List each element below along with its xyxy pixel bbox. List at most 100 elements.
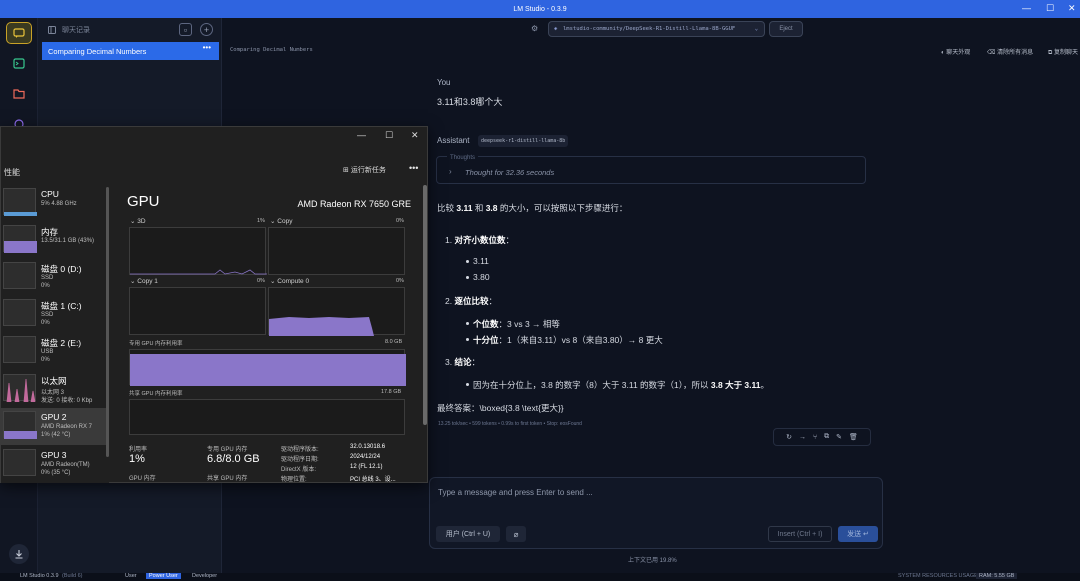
context-usage: 上下文已用 19.8% (628, 558, 677, 564)
gpu-mem-label: GPU 内存 (129, 476, 156, 482)
device-list-scrollbar[interactable] (106, 187, 109, 457)
device-sub: 发送: 0 接收: 0 Kbp (41, 398, 93, 404)
regenerate-icon[interactable]: ↻ (786, 433, 792, 441)
model-bar: ⚙ ◈ lmstudio-community/DeepSeek-R1-Disti… (222, 18, 1080, 42)
attach-button[interactable]: ⌀ (506, 526, 526, 542)
tm-close-icon[interactable]: ✕ (411, 130, 419, 141)
chevron-down-icon: ⌄ (754, 26, 758, 32)
gpu-details: GPU AMD Radeon RX 7650 GRE ⌄ 3D 1% ⌄ Cop… (127, 185, 411, 483)
shared-mem-max: 17.8 GB (381, 389, 402, 395)
directx-version: 12 (FL 12.1) (350, 464, 383, 470)
user-role-button[interactable]: 用户 (Ctrl + U) (436, 526, 500, 542)
device-item-gpu2[interactable]: GPU 2 AMD Radeon RX 7 1% (42 °C) (1, 408, 106, 445)
chat-item-active[interactable]: Comparing Decimal Numbers ••• (42, 42, 219, 60)
device-sub: SSD (41, 312, 54, 318)
dedicated-mem-stat-value: 6.8/8.0 GB (207, 453, 260, 465)
performance-heading: 性能 (4, 168, 20, 177)
user-role-label: You (437, 78, 451, 87)
minimize-icon[interactable]: — (1022, 3, 1031, 13)
run-task-icon: ⊞ (343, 167, 349, 174)
plus-icon: + (203, 24, 210, 35)
step-3-item: 因为在十分位上，3.8 的数字（8）大于 3.11 的数字（1），所以 3.8 … (473, 380, 770, 390)
model-icon: ◈ (554, 26, 558, 32)
status-bar: LM Studio 0.3.9 (Build 6) User Power Use… (0, 573, 1080, 581)
settings-gear-icon[interactable]: ⚙ (531, 24, 538, 33)
bullet-icon (466, 338, 469, 341)
step-1-item: 3.80 (473, 272, 490, 282)
close-icon[interactable]: ✕ (1068, 3, 1076, 14)
copy-chat-button[interactable]: ⧉ 复制聊天 (1048, 47, 1078, 57)
chat-item-title: Comparing Decimal Numbers (48, 46, 147, 56)
message-composer: Type a message and press Enter to send .… (429, 477, 883, 549)
copy-icon[interactable]: ⧉ (824, 433, 829, 441)
mode-developer[interactable]: Developer (192, 573, 217, 579)
gpu-details-scrollbar[interactable] (423, 185, 427, 425)
folder-nav-button[interactable] (6, 82, 32, 104)
clear-messages-button[interactable]: ⌫ 清除所有消息 (987, 47, 1033, 56)
tm-maximize-icon[interactable]: ☐ (385, 130, 393, 141)
device-sub: USB (41, 349, 54, 355)
device-item-gpu3[interactable]: GPU 3 AMD Radeon(TM) 0% (35 °C) (1, 446, 106, 483)
graph-pct: 1% (257, 218, 265, 224)
new-folder-button[interactable]: ▫ (179, 23, 192, 36)
copy-chat-label: 复制聊天 (1053, 50, 1078, 56)
tm-minimize-icon[interactable]: — (357, 130, 366, 140)
delete-icon[interactable]: 🗑 (849, 433, 858, 441)
sidebar-toggle-icon[interactable] (48, 26, 56, 34)
mode-user[interactable]: User (125, 573, 137, 579)
device-sub: AMD Radeon(TM) (41, 462, 90, 468)
answer-intro: 比较 3.11 和 3.8 的大小，可以按照以下步骤进行： (437, 203, 628, 213)
ethernet-thumbnail (3, 374, 36, 403)
device-sub: 13.5/31.1 GB (43%) (41, 238, 95, 244)
device-name: 磁盘 1 (C:) (41, 301, 82, 311)
device-name: GPU 2 (41, 412, 67, 422)
shared-mem-stat-label: 共享 GPU 内存 (207, 476, 248, 482)
chat-nav-button[interactable] (6, 22, 32, 44)
driver-version-label: 驱动程序版本: (281, 447, 319, 453)
graph-pct: 0% (257, 278, 265, 284)
device-item-disk0[interactable]: 磁盘 0 (D:) SSD 0% (1, 259, 106, 296)
model-selector[interactable]: ◈ lmstudio-community/DeepSeek-R1-Distill… (548, 21, 765, 37)
download-button[interactable] (9, 544, 29, 564)
edit-icon[interactable]: ✎ (836, 433, 842, 441)
device-sub: 5% 4.88 GHz (41, 201, 77, 207)
graph-shared-memory (129, 399, 405, 435)
send-button[interactable]: 发送 ↵ (838, 526, 878, 542)
build-label: (Build 6) (62, 573, 83, 579)
thoughts-panel[interactable]: Thoughts › Thought for 32.36 seconds (436, 155, 866, 184)
device-name: 磁盘 0 (D:) (41, 264, 82, 274)
device-item-disk1[interactable]: 磁盘 1 (C:) SSD 0% (1, 296, 106, 333)
device-item-memory[interactable]: 内存 13.5/31.1 GB (43%) (1, 222, 106, 259)
run-new-task-button[interactable]: ⊞ 运行新任务 (343, 165, 386, 175)
mode-power-user[interactable]: Power User (146, 573, 181, 579)
chat-sidebar-header: 聊天记录 (38, 18, 221, 42)
new-chat-button[interactable]: + (200, 23, 213, 36)
step-1-item: 3.11 (473, 256, 489, 266)
gpu-title: GPU (127, 193, 160, 210)
message-toolbar: ↻ → ⑂ ⧉ ✎ 🗑 (773, 428, 871, 446)
device-sub: 0% (41, 357, 50, 363)
chat-appearance-button[interactable]: ◐ 聊天外观 (941, 47, 970, 56)
device-item-cpu[interactable]: CPU 5% 4.88 GHz (1, 185, 106, 222)
device-item-ethernet[interactable]: 以太网 以太网 3 发送: 0 接收: 0 Kbp (1, 371, 106, 408)
eject-button[interactable]: Eject (769, 21, 803, 37)
physical-location-label: 物理位置: (281, 477, 307, 483)
bullet-icon (466, 260, 469, 263)
run-task-label: 运行新任务 (350, 167, 386, 174)
gpu-model: AMD Radeon RX 7650 GRE (297, 199, 411, 209)
ram-usage: RAM: 5.55 GB (976, 573, 1018, 579)
maximize-icon[interactable]: ☐ (1046, 3, 1054, 14)
utilization-label: 利用率 (129, 447, 148, 453)
graph-copy (268, 227, 405, 275)
chat-item-menu-icon[interactable]: ••• (203, 43, 211, 52)
chat-icon (13, 27, 25, 38)
message-input[interactable]: Type a message and press Enter to send .… (438, 488, 593, 497)
tm-more-icon[interactable]: ••• (409, 163, 418, 173)
physical-location: PCI 总线 3、设... (350, 477, 396, 483)
terminal-nav-button[interactable] (6, 52, 32, 74)
insert-button[interactable]: Insert (Ctrl + I) (768, 526, 832, 542)
chat-appearance-label: 聊天外观 (946, 50, 971, 56)
branch-icon[interactable]: ⑂ (813, 434, 817, 441)
device-item-disk2[interactable]: 磁盘 2 (E:) USB 0% (1, 333, 106, 370)
continue-icon[interactable]: → (799, 434, 806, 441)
